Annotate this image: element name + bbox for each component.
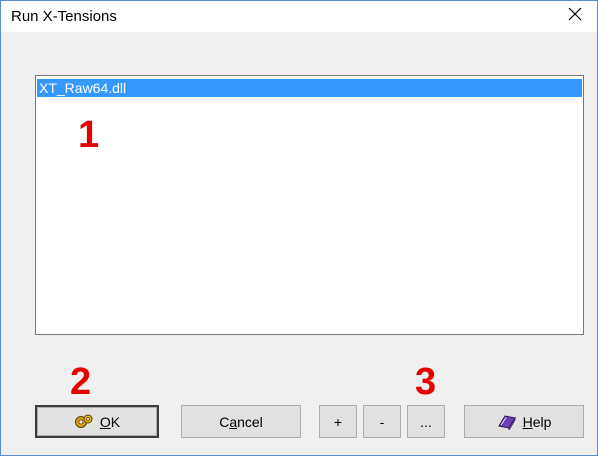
close-icon — [568, 7, 582, 26]
browse-button[interactable]: ... — [407, 405, 445, 438]
remove-label: - — [379, 413, 385, 430]
title-bar: Run X-Tensions — [1, 1, 597, 32]
annotation-3: 3 — [415, 361, 437, 403]
add-label: + — [333, 413, 343, 430]
ok-label: OK — [99, 413, 121, 430]
run-xtensions-dialog: Run X-Tensions XT_Raw64.dll 1 2 3 OK Can… — [0, 0, 598, 456]
cancel-button[interactable]: Cancel — [181, 405, 301, 438]
close-button[interactable] — [553, 1, 597, 32]
annotation-1: 1 — [78, 114, 100, 156]
ok-button[interactable]: OK — [35, 405, 159, 438]
annotation-2: 2 — [70, 361, 92, 403]
cancel-label: Cancel — [219, 413, 263, 430]
xtension-listbox[interactable]: XT_Raw64.dll — [35, 75, 584, 335]
book-icon — [497, 414, 517, 430]
list-item[interactable]: XT_Raw64.dll — [37, 79, 582, 97]
help-button[interactable]: Help — [464, 405, 584, 438]
gear-icon — [74, 413, 94, 431]
browse-label: ... — [420, 413, 432, 430]
window-title: Run X-Tensions — [11, 8, 117, 25]
help-label: Help — [522, 413, 552, 430]
remove-button[interactable]: - — [363, 405, 401, 438]
add-button[interactable]: + — [319, 405, 357, 438]
